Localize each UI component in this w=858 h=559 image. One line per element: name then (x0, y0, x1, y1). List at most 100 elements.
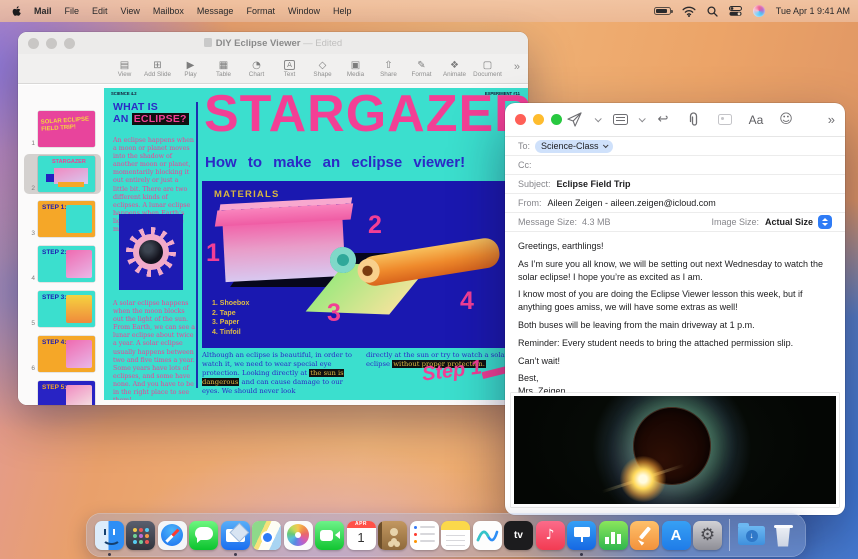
view-icon (120, 60, 129, 71)
body-paragraph: Reminder: Every student needs to bring t… (518, 337, 832, 350)
image-size-select[interactable]: Actual Size (765, 215, 832, 229)
more-icon[interactable]: » (828, 112, 835, 127)
menu-app-name[interactable]: Mail (34, 6, 52, 16)
dock-tv-icon[interactable]: tv (504, 513, 534, 557)
slide-thumbnail-6[interactable]: 6STEP 4: (24, 334, 101, 374)
caution-text-col1: Although an eclipse is beautiful, in ord… (202, 351, 354, 396)
menu-message[interactable]: Message (197, 6, 234, 16)
dock-trash-icon[interactable] (768, 513, 798, 557)
slide-thumbnail-1[interactable]: 1SOLAR ECLIPSE FIELD TRIP! (24, 109, 101, 149)
toolbar-overflow-chevron-icon[interactable]: » (514, 61, 520, 73)
slide-canvas[interactable]: SCIENCE 4.2 EXPERIMENT #11 WHAT IS AN EC… (104, 88, 528, 400)
add-slide-button[interactable]: Add Slide (141, 60, 174, 78)
search-icon[interactable] (707, 6, 718, 17)
body-paragraph: Both buses will be leaving from the main… (518, 319, 832, 332)
document-proxy-icon (204, 38, 212, 47)
chart-button[interactable]: Chart (240, 60, 273, 78)
keynote-window: DIY Eclipse Viewer — Edited View Add Sli… (18, 32, 528, 405)
send-icon[interactable] (561, 112, 587, 127)
dock-calendar-icon[interactable]: APR1 (346, 513, 376, 557)
insert-photo-icon[interactable] (709, 114, 741, 125)
dock-numbers-icon[interactable] (598, 513, 628, 557)
dock-notes-icon[interactable] (441, 513, 471, 557)
share-button[interactable]: Share (372, 60, 405, 78)
recipient-token[interactable]: Science-Class (535, 140, 613, 153)
menu-help[interactable]: Help (333, 6, 352, 16)
dock-contacts-icon[interactable] (378, 513, 408, 557)
menu-format[interactable]: Format (246, 6, 275, 16)
view-button[interactable]: View (108, 60, 141, 78)
menu-mailbox[interactable]: Mailbox (153, 6, 184, 16)
minimize-button[interactable] (533, 114, 544, 125)
siri-icon[interactable] (753, 5, 765, 17)
dock-pages-icon[interactable] (630, 513, 660, 557)
dock-photos-icon[interactable] (283, 513, 313, 557)
mail-compose-window: ↩ Aa ☺ » To: Science-Class Cc: Subject: … (505, 103, 845, 515)
slide-thumbnail-3[interactable]: 3STEP 1: (24, 199, 101, 239)
document-button[interactable]: Document (471, 60, 504, 78)
reply-arrow-icon[interactable]: ↩ (649, 113, 677, 126)
text-icon (284, 60, 295, 70)
dock-messages-icon[interactable] (189, 513, 219, 557)
header-fields-chevron-icon[interactable] (633, 117, 649, 122)
attachment-card[interactable] (511, 393, 839, 507)
attach-icon[interactable] (677, 112, 709, 127)
share-icon (384, 60, 392, 71)
menu-file[interactable]: File (65, 6, 80, 16)
dock-safari-icon[interactable] (157, 513, 187, 557)
dock-mail-icon[interactable] (220, 513, 250, 557)
battery-icon[interactable] (654, 7, 671, 15)
dock-downloads-icon[interactable]: ↓ (737, 513, 767, 557)
dock-freeform-icon[interactable] (472, 513, 502, 557)
mail-toolbar[interactable]: ↩ Aa ☺ » (505, 103, 845, 137)
dock-divider (729, 519, 730, 551)
dock-music-icon[interactable]: ♪ (535, 513, 565, 557)
keynote-titlebar[interactable]: DIY Eclipse Viewer — Edited (18, 32, 528, 54)
format-button[interactable]: Format (405, 60, 438, 78)
text-button[interactable]: Text (273, 59, 306, 78)
dock-launchpad-icon[interactable] (126, 513, 156, 557)
control-center-icon[interactable] (729, 6, 742, 16)
subject-field[interactable]: Subject: Eclipse Field Trip (505, 175, 845, 194)
shape-button[interactable]: Shape (306, 60, 339, 78)
dock-reminders-icon[interactable] (409, 513, 439, 557)
slide-thumbnail-7[interactable]: 7STEP 5: (24, 379, 101, 405)
send-options-chevron-icon[interactable] (587, 117, 607, 122)
slide-paragraph-2: A solar eclipse happens when the moon bl… (113, 300, 195, 400)
menu-view[interactable]: View (121, 6, 140, 16)
cc-field[interactable]: Cc: (505, 156, 845, 175)
table-button[interactable]: Table (207, 60, 240, 78)
format-icon (417, 60, 425, 71)
to-field[interactable]: To: Science-Class (505, 137, 845, 156)
menu-edit[interactable]: Edit (92, 6, 108, 16)
slide-thumbnail-5[interactable]: 5STEP 3: (24, 289, 101, 329)
thumb-art (58, 182, 84, 187)
animate-button[interactable]: Animate (438, 60, 471, 78)
dock-keynote-icon[interactable] (567, 513, 597, 557)
apple-menu-icon[interactable] (12, 6, 21, 17)
header-fields-icon[interactable] (607, 114, 633, 125)
dock-app-store-icon[interactable]: A (661, 513, 691, 557)
format-button[interactable]: Aa (741, 113, 771, 127)
message-body[interactable]: Greetings, earthlings! As I’m sure you a… (505, 232, 845, 398)
menu-bar-clock[interactable]: Tue Apr 1 9:41 AM (776, 6, 850, 16)
close-button[interactable] (515, 114, 526, 125)
dock-facetime-icon[interactable] (315, 513, 345, 557)
slide-heading: WHAT IS AN ECLIPSE? (113, 101, 189, 125)
play-button[interactable]: Play (174, 60, 207, 78)
emoji-icon[interactable]: ☺ (771, 113, 801, 126)
dock-settings-icon[interactable]: ⚙ (693, 513, 723, 557)
materials-list: 1. Shoebox 2. Tape 3. Paper 4. Tinfoil (212, 299, 249, 337)
tinfoil-art (359, 236, 502, 288)
from-field[interactable]: From: Aileen Zeigen - aileen.zeigen@iclo… (505, 194, 845, 213)
slide-thumbnail-4[interactable]: 4STEP 2: (24, 244, 101, 284)
dock-finder-icon[interactable] (94, 513, 124, 557)
wifi-icon[interactable] (682, 6, 696, 17)
chart-icon (252, 60, 261, 71)
media-button[interactable]: Media (339, 60, 372, 78)
menu-window[interactable]: Window (288, 6, 320, 16)
mail-header-fields: To: Science-Class Cc: Subject: Eclipse F… (505, 137, 845, 232)
dock-maps-icon[interactable] (252, 513, 282, 557)
dock: APR1 tv ♪ A ⚙ ↓ (86, 513, 806, 557)
slide-thumbnail-2-selected[interactable]: 2STARGAZER (24, 154, 101, 194)
